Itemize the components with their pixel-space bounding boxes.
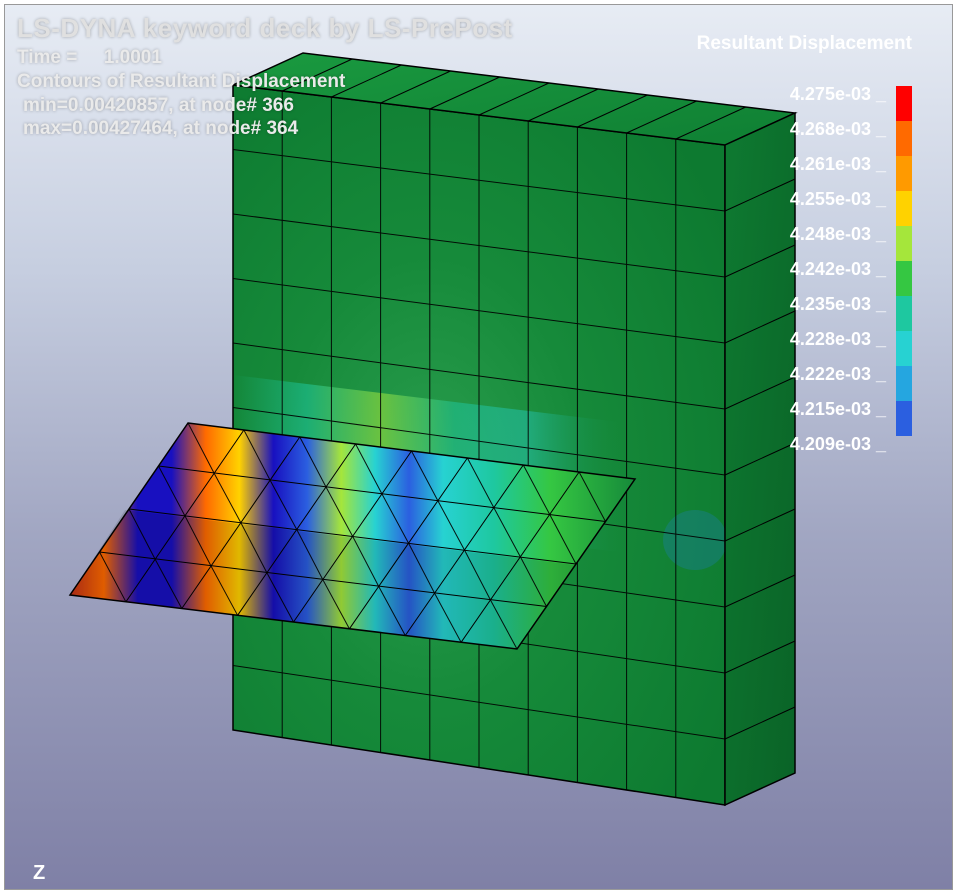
time-value: 1.0001 (104, 47, 162, 68)
contour-line: Contours of Resultant Displacement (17, 70, 513, 94)
legend-row: 4.268e-03 _ (697, 112, 912, 147)
legend-value: 4.228e-03 _ (790, 329, 886, 350)
legend-value: 4.209e-03 _ (790, 434, 886, 455)
legend-row: 4.248e-03 _ (697, 217, 912, 252)
legend-value: 4.255e-03 _ (790, 189, 886, 210)
legend-value: 4.242e-03 _ (790, 259, 886, 280)
legend-value: 4.235e-03 _ (790, 294, 886, 315)
legend-value: 4.261e-03 _ (790, 154, 886, 175)
legend-title: Resultant Displacement (697, 33, 912, 55)
legend-row: 4.275e-03 _ (697, 77, 912, 112)
legend-row: 4.255e-03 _ (697, 182, 912, 217)
legend-value: 4.222e-03 _ (790, 364, 886, 385)
legend-row: 4.261e-03 _ (697, 147, 912, 182)
max-line: max=0.00427464, at node# 364 (17, 117, 513, 141)
legend-swatch (896, 191, 912, 226)
legend-swatch (896, 226, 912, 261)
color-legend: Resultant Displacement 4.275e-03 _ 4.268e… (697, 33, 912, 462)
legend-row: 4.222e-03 _ (697, 357, 912, 392)
legend-swatch (896, 261, 912, 296)
legend-row: 4.242e-03 _ (697, 252, 912, 287)
legend-swatch (896, 296, 912, 331)
legend-swatch (896, 86, 912, 121)
overlay-annotations: LS-DYNA keyword deck by LS-PrePost Time … (17, 13, 513, 141)
legend-row: 4.235e-03 _ (697, 287, 912, 322)
legend-swatch (896, 401, 912, 436)
legend-value: 4.268e-03 _ (790, 119, 886, 140)
legend-row: 4.215e-03 _ (697, 392, 912, 427)
legend-row: 4.209e-03 _ (697, 427, 912, 462)
legend-swatch (896, 331, 912, 366)
time-line: Time = 1.0001 (17, 46, 513, 70)
axis-z-label: Z (33, 862, 45, 885)
legend-swatch (896, 366, 912, 401)
legend-swatch (896, 156, 912, 191)
legend-value: 4.275e-03 _ (790, 84, 886, 105)
min-line: min=0.00420857, at node# 366 (17, 94, 513, 118)
legend-value: 4.248e-03 _ (790, 224, 886, 245)
legend-value: 4.215e-03 _ (790, 399, 886, 420)
viewport[interactable]: LS-DYNA keyword deck by LS-PrePost Time … (4, 4, 953, 890)
time-label: Time = (17, 47, 77, 68)
deck-title: LS-DYNA keyword deck by LS-PrePost (17, 13, 513, 44)
legend-swatch (896, 121, 912, 156)
legend-row: 4.228e-03 _ (697, 322, 912, 357)
